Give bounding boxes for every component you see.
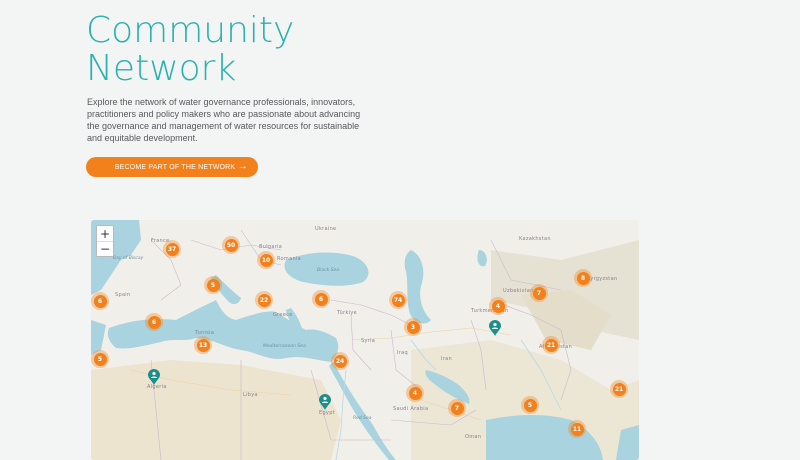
map-cluster[interactable]: 8: [574, 269, 592, 287]
cluster-count: 74: [391, 293, 405, 307]
cluster-count: 6: [93, 294, 107, 308]
cluster-count: 10: [259, 253, 273, 267]
cluster-count: 22: [257, 293, 271, 307]
network-map[interactable]: + − Kazakhstan Uzbekistan Turkmenistan A…: [91, 220, 639, 460]
person-pin-icon[interactable]: [148, 369, 160, 385]
cluster-count: 6: [147, 315, 161, 329]
map-label-saudi-arabia: Saudi Arabia: [393, 406, 429, 412]
map-label-syria: Syria: [361, 338, 376, 344]
map-label-egypt: Egypt: [319, 410, 335, 416]
cluster-count: 5: [206, 278, 220, 292]
cluster-count: 13: [196, 338, 210, 352]
map-label-romania: Romania: [277, 256, 301, 262]
map-cluster[interactable]: 7: [448, 399, 466, 417]
cluster-count: 21: [612, 382, 626, 396]
page-title: Community Network: [86, 12, 294, 88]
cluster-count: 11: [570, 422, 584, 436]
map-cluster[interactable]: 11: [568, 420, 586, 438]
map-cluster[interactable]: 4: [406, 384, 424, 402]
cluster-count: 5: [93, 352, 107, 366]
cluster-count: 4: [408, 386, 422, 400]
intro-text: Explore the network of water governance …: [87, 97, 361, 143]
map-label-turkiye: Türkiye: [337, 310, 358, 316]
cluster-count: 3: [406, 320, 420, 334]
map-cluster[interactable]: 24: [331, 352, 349, 370]
person-pin-icon[interactable]: [319, 394, 331, 410]
map-label-oman: Oman: [465, 434, 482, 440]
join-network-label: BECOME PART OF THE NETWORK: [114, 163, 236, 171]
arrow-right-icon: →: [237, 161, 248, 172]
map-cluster[interactable]: 6: [91, 292, 109, 310]
map-label-red-sea: Red Sea: [353, 416, 372, 421]
map-cluster[interactable]: 3: [404, 318, 422, 336]
map-label-ukraine: Ukraine: [315, 226, 337, 232]
cluster-count: 8: [576, 271, 590, 285]
map-cluster[interactable]: 6: [145, 313, 163, 331]
cluster-count: 4: [491, 299, 505, 313]
cluster-count: 7: [450, 401, 464, 415]
map-cluster[interactable]: 5: [204, 276, 222, 294]
map-label-iraq: Iraq: [397, 350, 408, 356]
map-cluster[interactable]: 5: [91, 350, 109, 368]
person-pin-icon[interactable]: [489, 320, 501, 336]
zoom-out-button[interactable]: −: [97, 241, 113, 256]
map-cluster[interactable]: 4: [489, 297, 507, 315]
map-label-iran: Iran: [441, 356, 452, 362]
map-label-mediterranean-sea: Mediterranean Sea: [263, 344, 306, 349]
map-cluster[interactable]: 10: [257, 251, 275, 269]
map-cluster[interactable]: 21: [610, 380, 628, 398]
map-cluster[interactable]: 6: [312, 290, 330, 308]
cluster-count: 5: [523, 398, 537, 412]
map-label-tunisia: Tunisia: [195, 330, 215, 336]
map-label-libya: Libya: [243, 392, 258, 398]
zoom-in-button[interactable]: +: [97, 226, 113, 241]
zoom-control: + −: [96, 225, 114, 257]
map-label-greece: Greece: [273, 312, 293, 318]
map-cluster[interactable]: 7: [530, 284, 548, 302]
cluster-count: 37: [165, 242, 179, 256]
map-label-bulgaria: Bulgaria: [259, 244, 283, 250]
map-label-black-sea: Black Sea: [317, 268, 339, 273]
cluster-count: 6: [314, 292, 328, 306]
cluster-count: 21: [544, 338, 558, 352]
title-line-2: Network: [86, 48, 237, 89]
join-network-button[interactable]: BECOME PART OF THE NETWORK →: [86, 157, 258, 177]
map-cluster[interactable]: 37: [163, 240, 181, 258]
map-cluster[interactable]: 5: [521, 396, 539, 414]
map-cluster[interactable]: 22: [255, 291, 273, 309]
cluster-count: 24: [333, 354, 347, 368]
map-cluster[interactable]: 21: [542, 336, 560, 354]
title-line-1: Community: [86, 10, 295, 51]
cluster-count: 7: [532, 286, 546, 300]
map-cluster[interactable]: 50: [222, 236, 240, 254]
cluster-count: 50: [224, 238, 238, 252]
map-label-spain: Spain: [115, 292, 131, 298]
map-cluster[interactable]: 74: [389, 291, 407, 309]
map-label-kazakhstan: Kazakhstan: [519, 236, 551, 242]
map-cluster[interactable]: 13: [194, 336, 212, 354]
map-label-bay-of-biscay: Bay of Biscay: [113, 256, 144, 261]
